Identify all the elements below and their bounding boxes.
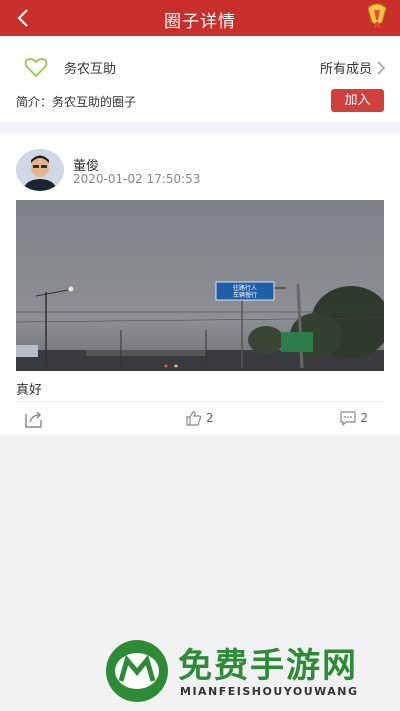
like-count: 2 [206, 411, 214, 425]
post-text: 真好 [16, 383, 43, 398]
intro-label: 简介： [16, 95, 53, 109]
group-name: 务农互助 [64, 62, 117, 77]
join-button[interactable]: 加入 [331, 89, 384, 112]
post-photo[interactable]: 往路行人 车辆慢行 [16, 200, 384, 371]
comment-button[interactable]: 2 [340, 410, 368, 426]
chevron-right-icon [377, 60, 386, 75]
share-icon[interactable] [24, 410, 44, 428]
post-time: 2020-01-02 17:50:53 [73, 172, 201, 186]
site-watermark: 免费手游网 MIANFEISHOUYOUWANG [104, 636, 394, 708]
road-sign-line1: 往路行人 [233, 284, 257, 292]
group-intro: 简介： 务农互助的圈子 [16, 93, 136, 110]
divider [16, 401, 384, 402]
intro-text: 务农互助的圈子 [52, 95, 137, 109]
avatar[interactable] [16, 149, 64, 191]
all-members-label: 所有成员 [319, 62, 372, 77]
like-button[interactable]: 2 [186, 410, 214, 426]
group-info-card: 务农互助 所有成员 简介： 务农互助的圈子 加入 [0, 36, 400, 122]
heart-icon[interactable] [24, 56, 48, 78]
comment-icon [340, 411, 356, 426]
all-members-link[interactable]: 所有成员 [320, 58, 386, 77]
comment-count: 2 [360, 411, 368, 425]
watermark-subtitle: MIANFEISHOUYOUWANG [180, 685, 359, 698]
watermark-title: 免费手游网 [178, 646, 358, 686]
post-card: 董俊 2020-01-02 17:50:53 往路行人 车辆慢行 真好 2 2 [0, 133, 400, 435]
watermark-logo-icon [106, 640, 168, 702]
road-sign-line2: 车辆慢行 [233, 291, 257, 299]
thumbs-up-icon [186, 411, 202, 426]
page-title: 圈子详情 [164, 12, 236, 32]
lantern-decoration-icon [367, 3, 387, 28]
top-bar: 圈子详情 [0, 0, 400, 36]
